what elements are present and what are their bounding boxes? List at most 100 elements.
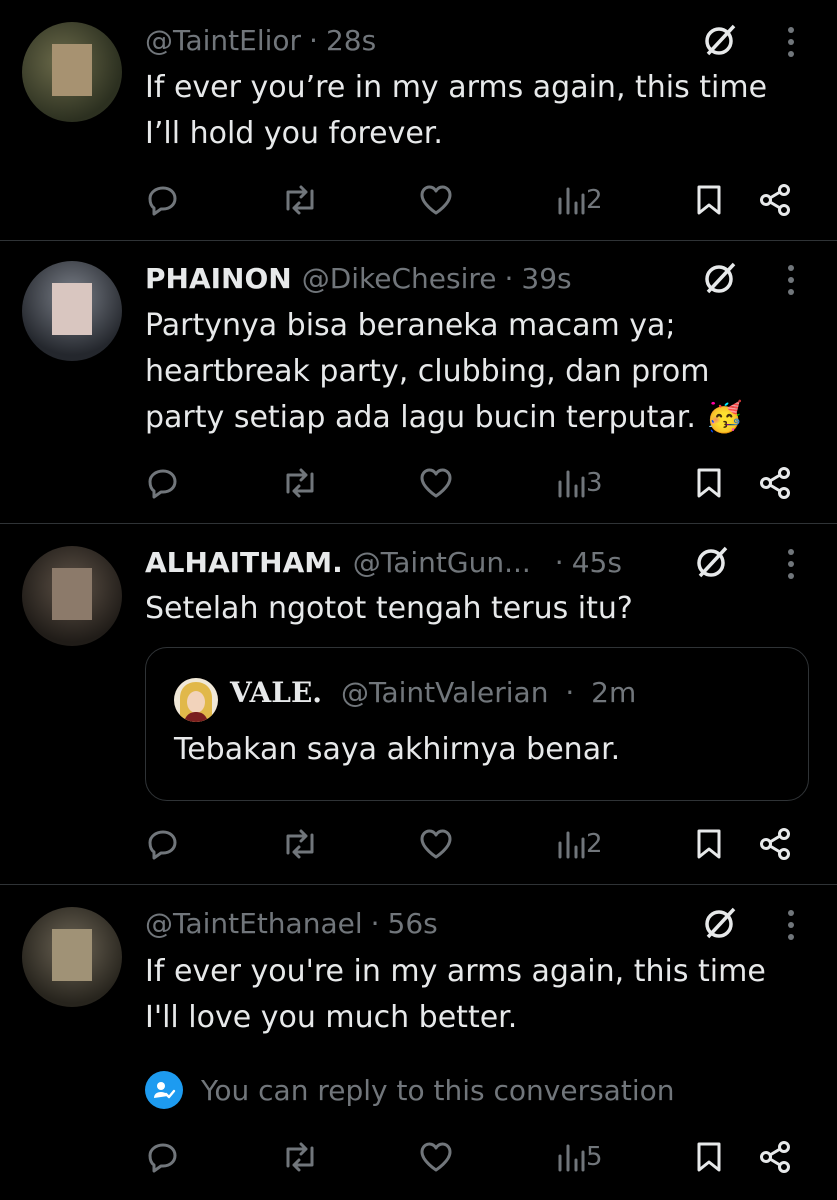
separator-dot: · <box>309 23 318 57</box>
tweet-text-line: Partynya bisa beraneka macam ya; <box>145 308 676 343</box>
share-icon <box>760 467 790 499</box>
timestamp[interactable]: 45s <box>572 546 622 579</box>
reply-button[interactable] <box>146 822 180 866</box>
avatar-blur <box>52 929 92 981</box>
user-handle[interactable]: @DikeChesire <box>302 262 497 295</box>
timestamp[interactable]: 28s <box>326 24 376 57</box>
quoted-header: VALE. @TaintValerian · 2m <box>230 676 636 709</box>
user-handle[interactable]: @TaintGun... <box>353 546 531 579</box>
user-handle[interactable]: @TaintEthanael <box>145 907 363 940</box>
bookmark-button[interactable] <box>694 1135 724 1179</box>
tweet-text-line: party setiap ada lagu bucin terputar. 🥳 <box>145 400 743 435</box>
tweet-text: If ever you're in my arms again, this ti… <box>145 949 795 1041</box>
views-icon <box>558 470 585 498</box>
views-count: 2 <box>586 829 603 859</box>
bookmark-button[interactable] <box>694 822 724 866</box>
bookmark-button[interactable] <box>694 178 724 222</box>
tweet-text-line: I’ll hold you forever. <box>145 116 443 151</box>
tweet-3[interactable]: ALHAITHAM. @TaintGun... · 45s Setelah ng… <box>0 524 837 884</box>
like-button[interactable] <box>418 1135 454 1179</box>
tweet-header: ALHAITHAM. @TaintGun... · 45s <box>145 542 622 582</box>
views-count: 3 <box>586 468 603 498</box>
display-name[interactable]: PHAINON <box>145 262 292 295</box>
user-check-icon <box>154 1082 176 1099</box>
share-icon <box>760 828 790 860</box>
action-bar: 3 <box>0 461 837 505</box>
more-icon[interactable] <box>786 905 796 945</box>
like-button[interactable] <box>418 178 454 222</box>
views-button[interactable]: 5 <box>556 1135 603 1179</box>
bookmark-icon <box>697 829 721 859</box>
bookmark-icon <box>697 468 721 498</box>
views-icon <box>558 831 585 859</box>
tweet-2[interactable]: PHAINON @DikeChesire · 39s Partynya bisa… <box>0 241 837 523</box>
views-button[interactable]: 2 <box>556 178 603 222</box>
tweet-text-line: Setelah ngotot tengah terus itu? <box>145 591 633 626</box>
share-button[interactable] <box>758 1135 792 1179</box>
more-icon[interactable] <box>786 544 796 584</box>
retweet-button[interactable] <box>280 178 320 222</box>
grok-icon[interactable] <box>700 20 740 60</box>
retweet-button[interactable] <box>280 461 320 505</box>
avatar[interactable] <box>22 546 122 646</box>
bookmark-icon <box>697 185 721 215</box>
reply-icon <box>148 469 177 499</box>
tweet-text: Setelah ngotot tengah terus itu? <box>145 586 795 632</box>
more-icon[interactable] <box>786 22 796 62</box>
reply-button[interactable] <box>146 461 180 505</box>
more-icon[interactable] <box>786 260 796 300</box>
views-button[interactable]: 2 <box>556 822 603 866</box>
reply-icon <box>148 186 177 216</box>
quoted-avatar-art <box>174 678 218 722</box>
reply-note-text: You can reply to this conversation <box>201 1073 675 1107</box>
reply-icon <box>148 830 177 860</box>
avatar-blur <box>52 568 92 620</box>
quoted-avatar <box>174 678 218 722</box>
quoted-tweet[interactable]: VALE. @TaintValerian · 2m Tebakan saya a… <box>145 647 809 801</box>
share-button[interactable] <box>758 461 792 505</box>
views-icon <box>558 187 585 215</box>
share-icon <box>760 184 790 216</box>
tweet-text-line: heartbreak party, clubbing, dan prom <box>145 354 710 389</box>
separator-dot: · <box>370 906 380 940</box>
reply-permission-note: You can reply to this conversation <box>145 1068 674 1112</box>
reply-button[interactable] <box>146 178 180 222</box>
reply-button[interactable] <box>146 1135 180 1179</box>
like-icon <box>420 829 452 859</box>
like-button[interactable] <box>418 461 454 505</box>
tweet-text: If ever you’re in my arms again, this ti… <box>145 65 795 157</box>
separator-dot: · <box>554 545 564 579</box>
tweet-1[interactable]: @TaintElior · 28s If ever you’re in my a… <box>0 0 837 240</box>
avatar[interactable] <box>22 22 122 122</box>
retweet-button[interactable] <box>280 1135 320 1179</box>
separator-dot: · <box>565 676 575 709</box>
avatar[interactable] <box>22 907 122 1007</box>
grok-icon[interactable] <box>700 258 740 298</box>
user-handle[interactable]: @TaintElior <box>145 24 301 57</box>
grok-icon[interactable] <box>700 903 740 943</box>
timestamp[interactable]: 39s <box>521 262 571 295</box>
views-icon <box>558 1144 585 1172</box>
share-button[interactable] <box>758 822 792 866</box>
tweet-header: @TaintEthanael · 56s <box>145 903 438 943</box>
bookmark-button[interactable] <box>694 461 724 505</box>
retweet-button[interactable] <box>280 822 320 866</box>
display-name[interactable]: ALHAITHAM. <box>145 546 343 579</box>
views-button[interactable]: 3 <box>556 461 603 505</box>
like-button[interactable] <box>418 822 454 866</box>
grok-icon[interactable] <box>692 542 732 582</box>
quoted-timestamp: 2m <box>591 676 637 709</box>
avatar[interactable] <box>22 261 122 361</box>
avatar-blur <box>52 44 92 96</box>
like-icon <box>420 468 452 498</box>
like-icon <box>420 1142 452 1172</box>
retweet-icon <box>286 829 314 859</box>
timestamp[interactable]: 56s <box>388 907 438 940</box>
reply-permission-icon <box>145 1071 183 1109</box>
quoted-display-name: VALE. <box>230 676 323 709</box>
views-count: 5 <box>586 1142 603 1172</box>
action-bar: 2 <box>0 178 837 222</box>
share-button[interactable] <box>758 178 792 222</box>
tweet-4[interactable]: @TaintEthanael · 56s If ever you're in m… <box>0 885 837 1200</box>
reply-icon <box>148 1143 177 1173</box>
